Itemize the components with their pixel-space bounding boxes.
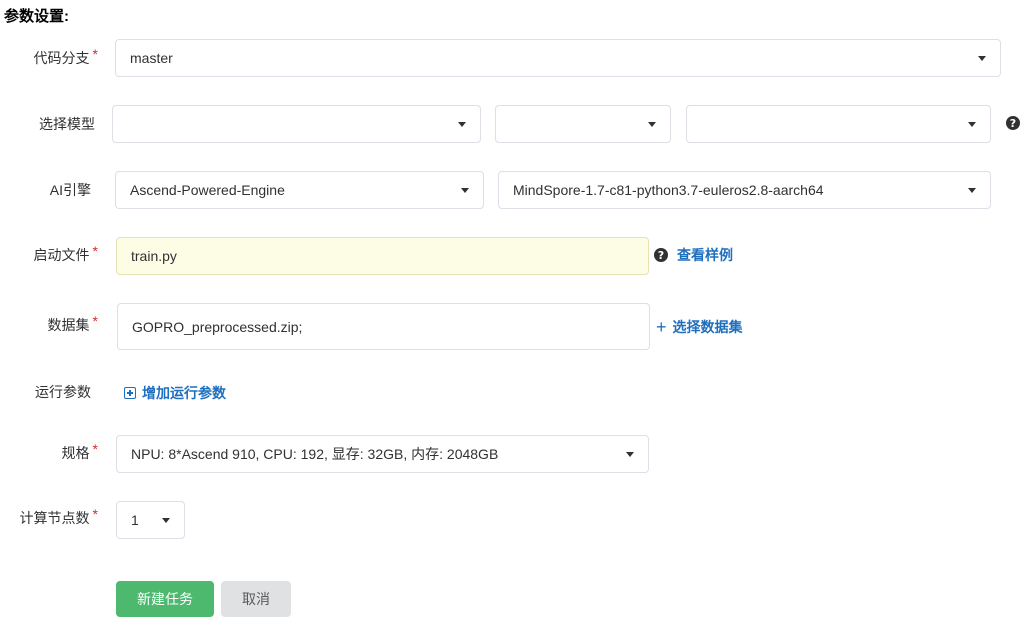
nodes-label-text: 计算节点数 xyxy=(19,510,90,526)
question-circle-icon: ? xyxy=(654,248,668,262)
question-circle-icon[interactable]: ? xyxy=(1006,116,1020,130)
view-example-link-text: 查看样例 xyxy=(677,247,733,263)
image-select[interactable]: MindSpore-1.7-c81-python3.7-euleros2.8-a… xyxy=(498,171,991,209)
caret-down-icon xyxy=(648,122,656,127)
plus-square-icon xyxy=(124,387,136,399)
run-params-label-text: 运行参数 xyxy=(35,384,91,400)
dataset-label-text: 数据集 xyxy=(47,317,90,333)
bootfile-label-text: 启动文件 xyxy=(33,247,90,263)
spec-label: 规格 * xyxy=(0,441,98,463)
run-params-label: 运行参数 xyxy=(0,382,91,402)
engine-select-value: Ascend-Powered-Engine xyxy=(130,182,285,198)
dataset-input[interactable]: GOPRO_preprocessed.zip; xyxy=(117,303,650,350)
required-mark: * xyxy=(92,506,98,522)
required-mark: * xyxy=(92,243,98,259)
plus-icon: + xyxy=(656,317,667,337)
model-version-select[interactable] xyxy=(495,105,671,143)
required-mark: * xyxy=(92,313,98,329)
engine-label: AI引擎 xyxy=(0,180,91,200)
branch-select-value: master xyxy=(130,50,173,66)
nodes-select[interactable]: 1 xyxy=(116,501,185,539)
required-mark: * xyxy=(92,46,98,62)
spec-select[interactable]: NPU: 8*Ascend 910, CPU: 192, 显存: 32GB, 内… xyxy=(116,435,649,473)
caret-down-icon xyxy=(458,122,466,127)
required-mark: * xyxy=(92,441,98,457)
cancel-button[interactable]: 取消 xyxy=(221,581,291,617)
model-label: 选择模型 xyxy=(0,114,95,134)
spec-label-text: 规格 xyxy=(61,445,90,461)
create-task-button[interactable]: 新建任务 xyxy=(116,581,214,617)
caret-down-icon xyxy=(978,56,986,61)
bootfile-input-value: train.py xyxy=(131,248,177,264)
add-run-param-link-text: 增加运行参数 xyxy=(142,385,226,401)
select-dataset-link-text: 选择数据集 xyxy=(672,319,743,335)
model-label-text: 选择模型 xyxy=(39,116,95,132)
branch-label-text: 代码分支 xyxy=(33,50,90,66)
nodes-label: 计算节点数 * xyxy=(0,506,98,528)
branch-label: 代码分支 * xyxy=(0,46,98,68)
caret-down-icon xyxy=(968,188,976,193)
nodes-select-value: 1 xyxy=(131,512,139,528)
model-select[interactable] xyxy=(112,105,481,143)
image-select-value: MindSpore-1.7-c81-python3.7-euleros2.8-a… xyxy=(513,182,824,198)
caret-down-icon xyxy=(626,452,634,457)
bootfile-label: 启动文件 * xyxy=(0,243,98,265)
engine-select[interactable]: Ascend-Powered-Engine xyxy=(115,171,484,209)
caret-down-icon xyxy=(968,122,976,127)
branch-select[interactable]: master xyxy=(115,39,1001,77)
engine-label-text: AI引擎 xyxy=(49,182,91,198)
add-run-param-link[interactable]: 增加运行参数 xyxy=(124,383,226,403)
caret-down-icon xyxy=(461,188,469,193)
section-title: 参数设置: xyxy=(4,8,69,25)
bootfile-input[interactable]: train.py xyxy=(116,237,649,275)
view-example-link[interactable]: 查看样例 xyxy=(677,245,733,265)
caret-down-icon xyxy=(162,518,170,523)
model-file-select[interactable] xyxy=(686,105,991,143)
select-dataset-link[interactable]: + 选择数据集 xyxy=(656,317,743,337)
dataset-input-value: GOPRO_preprocessed.zip; xyxy=(132,318,303,335)
dataset-label: 数据集 * xyxy=(0,313,98,335)
spec-select-value: NPU: 8*Ascend 910, CPU: 192, 显存: 32GB, 内… xyxy=(131,446,499,462)
